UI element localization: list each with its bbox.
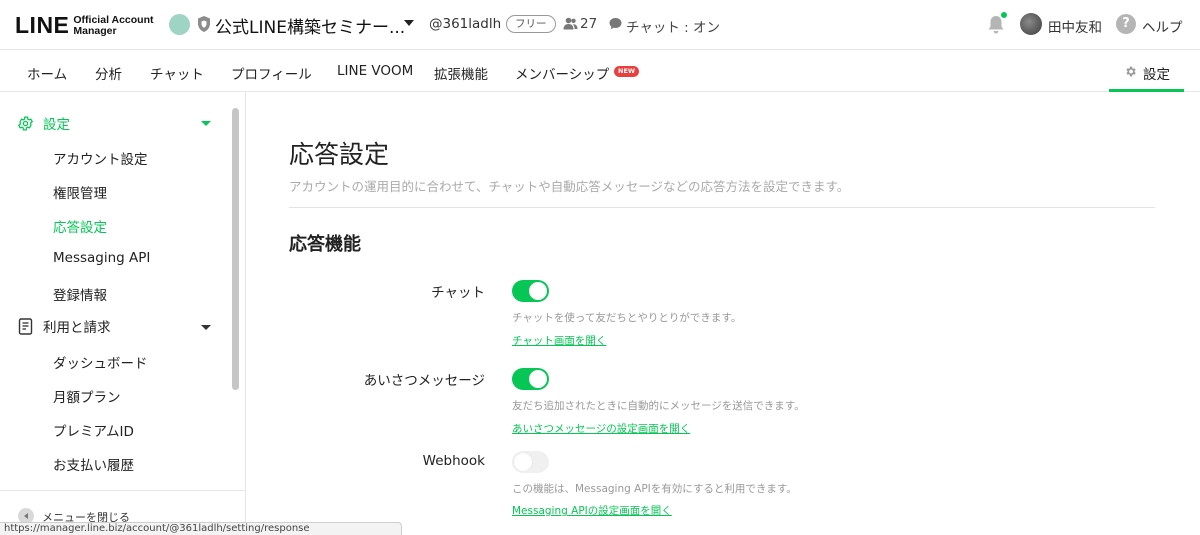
account-id: @361ladlh [429,16,502,32]
sidebar-item-account-settings[interactable]: アカウント設定 [53,148,148,168]
sidebar-item-messaging-api[interactable]: Messaging API [53,250,150,266]
sidebar-item-premium-id[interactable]: プレミアムID [53,420,134,440]
toggle-knob [514,453,532,471]
section-title: 応答機能 [289,234,361,255]
help-link[interactable]: ヘルプ [1142,16,1183,36]
chevron-down-icon[interactable] [201,325,211,330]
sidebar-group-settings[interactable]: 設定 [17,113,70,133]
sidebar-group-label: 利用と請求 [43,320,111,336]
status-bar-url: https://manager.line.biz/account/@361lad… [0,522,402,535]
chat-bubble-icon [609,18,622,30]
friends-count: 27 [580,16,598,32]
tab-analytics[interactable]: 分析 [95,63,122,83]
setting-label-chat: チャット [431,285,485,301]
sidebar-item-dashboard[interactable]: ダッシュボード [53,352,148,372]
tab-settings-label: 設定 [1143,67,1170,83]
sidebar-scrollbar[interactable] [232,108,239,390]
tab-membership[interactable]: メンバーシップ [515,63,609,83]
account-avatar[interactable] [169,14,190,35]
divider [289,207,1155,208]
sidebar-group-billing[interactable]: 利用と請求 [17,316,111,336]
shield-icon [198,16,210,32]
page-title: 応答設定 [289,140,390,169]
main-nav: ホーム 分析 チャット プロフィール LINE VOOM 拡張機能 メンバーシッ… [0,51,1200,92]
gear-icon [17,115,34,131]
document-icon [18,317,33,335]
gear-icon [1126,66,1136,77]
page-description: アカウントの運用目的に合わせて、チャットや自動応答メッセージなどの応答方法を設定… [289,179,850,194]
greeting-message-toggle[interactable] [512,368,549,390]
chevron-down-icon[interactable] [404,20,414,26]
webhook-toggle[interactable] [512,451,549,473]
tab-home[interactable]: ホーム [27,63,67,83]
sidebar-item-response-settings[interactable]: 応答設定 [53,216,107,236]
logo-text: LINE [15,12,70,38]
notification-dot [1000,11,1008,19]
friends-icon [563,17,578,30]
setting-label-greeting: あいさつメッセージ [363,373,485,389]
top-header: LINE Official Account Manager 公式LINE構築セミ… [0,0,1200,50]
sidebar-item-registration-info[interactable]: 登録情報 [53,284,107,304]
setting-description-webhook: この機能は、Messaging APIを有効にすると利用できます。 [512,483,797,495]
chevron-down-icon[interactable] [201,121,211,126]
setting-description-greeting: 友だち追加されたときに自動的にメッセージを送信できます。 [512,400,805,412]
sidebar-item-payment-history[interactable]: お支払い履歴 [53,454,134,474]
tab-chat[interactable]: チャット [150,63,204,83]
new-badge: NEW [614,66,640,77]
plan-badge: フリー [506,15,556,33]
account-name[interactable]: 公式LINE構築セミナー... [215,13,405,38]
tab-extensions[interactable]: 拡張機能 [434,63,488,83]
sidebar: 設定 アカウント設定 権限管理 応答設定 Messaging API 登録情報 … [0,92,246,535]
setting-description-chat: チャットを使って友だちとやりとりができます。 [512,312,742,324]
toggle-knob [529,282,547,300]
toggle-knob [529,370,547,388]
tab-line-voom[interactable]: LINE VOOM [337,63,413,79]
open-messaging-api-settings-link[interactable]: Messaging APIの設定画面を開く [512,503,672,518]
tab-settings[interactable]: 設定 [1109,51,1184,92]
logo-subtext: Official Account Manager [73,13,154,37]
line-oam-logo[interactable]: LINE Official Account Manager [15,12,154,39]
tab-profile[interactable]: プロフィール [231,63,312,83]
open-greeting-settings-link[interactable]: あいさつメッセージの設定画面を開く [512,421,690,436]
open-chat-link[interactable]: チャット画面を開く [512,333,606,348]
sidebar-item-permissions[interactable]: 権限管理 [53,182,107,202]
chat-toggle[interactable] [512,280,549,302]
user-name[interactable]: 田中友和 [1048,16,1102,36]
sidebar-divider [0,490,246,491]
sidebar-group-label: 設定 [43,117,70,133]
user-avatar[interactable] [1020,13,1042,35]
setting-label-webhook: Webhook [422,453,485,469]
main-content: 応答設定 アカウントの運用目的に合わせて、チャットや自動応答メッセージなどの応答… [247,92,1200,535]
sidebar-item-monthly-plan[interactable]: 月額プラン [53,386,121,406]
chat-status[interactable]: チャット : オン [626,16,720,36]
help-icon[interactable]: ? [1116,14,1136,34]
